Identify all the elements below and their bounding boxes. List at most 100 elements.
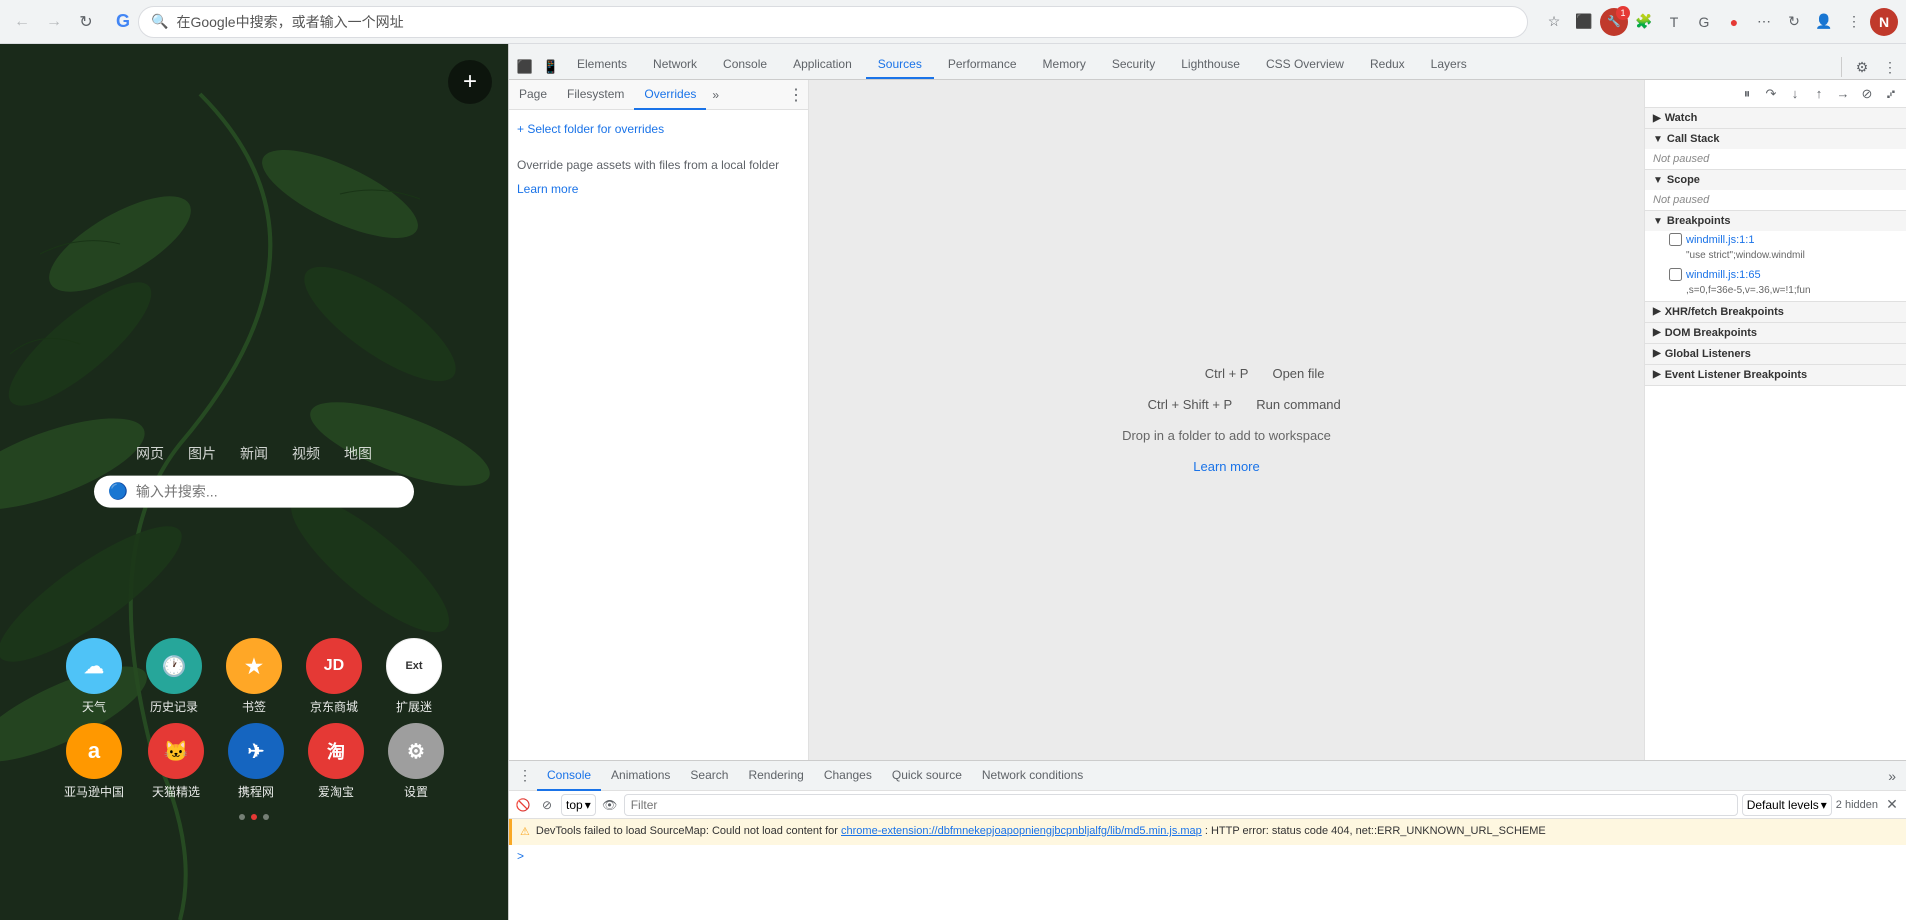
tab-security[interactable]: Security — [1100, 51, 1167, 79]
console-tab-changes[interactable]: Changes — [814, 761, 882, 791]
settings-gear-btn[interactable]: ⚙ — [1850, 55, 1874, 79]
subtab-overrides[interactable]: Overrides — [634, 80, 706, 110]
bookmark-button[interactable]: ☆ — [1540, 8, 1568, 36]
subtab-page[interactable]: Page — [509, 80, 557, 110]
breakpoint-2-checkbox[interactable] — [1669, 268, 1682, 281]
learn-more-main-link[interactable]: Learn more — [1193, 459, 1259, 474]
xhr-header[interactable]: ▶ XHR/fetch Breakpoints — [1645, 302, 1906, 322]
translate-button[interactable]: T — [1660, 8, 1688, 36]
app-ctrip[interactable]: ✈ 携程网 — [228, 723, 284, 800]
app-settings[interactable]: ⚙ 设置 — [388, 723, 444, 800]
close-console-btn[interactable]: ✕ — [1882, 795, 1902, 815]
dom-header[interactable]: ▶ DOM Breakpoints — [1645, 323, 1906, 343]
extension-button[interactable]: 🔧 1 — [1600, 8, 1628, 36]
app-taobao[interactable]: 淘 爱淘宝 — [308, 723, 364, 800]
account-button[interactable]: 👤 — [1810, 8, 1838, 36]
refresh-button[interactable]: ↻ — [72, 8, 100, 36]
console-input[interactable] — [528, 849, 1898, 863]
inspect-icon-btn[interactable]: ⬛ — [513, 55, 537, 79]
context-selector[interactable]: top ▾ — [561, 794, 596, 816]
cast-button[interactable]: ⬛ — [1570, 8, 1598, 36]
grammarly-button[interactable]: G — [1690, 8, 1718, 36]
nav-webpage[interactable]: 网页 — [136, 444, 164, 464]
tab-redux[interactable]: Redux — [1358, 51, 1417, 79]
pause-button[interactable]: ⏸ — [1736, 83, 1758, 105]
device-toggle-btn[interactable]: 📱 — [539, 55, 563, 79]
console-prompt[interactable]: > — [509, 845, 1906, 867]
console-tab-network-conditions[interactable]: Network conditions — [972, 761, 1093, 791]
tab-memory[interactable]: Memory — [1031, 51, 1098, 79]
learn-more-overrides-link[interactable]: Learn more — [517, 182, 800, 196]
step-into-button[interactable]: ↓ — [1784, 83, 1806, 105]
dont-pause-exceptions-btn[interactable]: ⑇ — [1880, 83, 1902, 105]
more-extensions[interactable]: ⋯ — [1750, 8, 1778, 36]
console-caret: > — [517, 849, 524, 863]
tab-network[interactable]: Network — [641, 51, 709, 79]
app-weather[interactable]: ☁ 天气 — [66, 638, 122, 715]
subtab-more[interactable]: » — [706, 84, 725, 106]
profile-button[interactable]: N — [1870, 8, 1898, 36]
call-stack-header[interactable]: ▼ Call Stack — [1645, 129, 1906, 149]
nav-videos[interactable]: 视频 — [292, 444, 320, 464]
app-bookmarks[interactable]: ★ 书签 — [226, 638, 282, 715]
more-vert[interactable]: ⋮ — [1840, 8, 1868, 36]
live-expression-btn[interactable]: 👁 — [600, 795, 620, 815]
console-tab-search[interactable]: Search — [680, 761, 738, 791]
tab-lighthouse[interactable]: Lighthouse — [1169, 51, 1252, 79]
step-button[interactable]: → — [1832, 83, 1854, 105]
sync-button[interactable]: ↻ — [1780, 8, 1808, 36]
console-tab-console[interactable]: Console — [537, 761, 601, 791]
new-tab-page: + 网页 图片 新闻 视频 地图 🔵 ☁ 天气 — [0, 44, 508, 920]
deactivate-breakpoints-btn[interactable]: ⊘ — [1856, 83, 1878, 105]
search-bar[interactable]: 🔵 — [94, 476, 414, 508]
breakpoints-header[interactable]: ▼ Breakpoints — [1645, 211, 1906, 231]
breakpoint-1-checkbox[interactable] — [1669, 233, 1682, 246]
clear-console-btn[interactable]: 🚫 — [513, 795, 533, 815]
event-listener-header[interactable]: ▶ Event Listener Breakpoints — [1645, 365, 1906, 385]
tab-sources[interactable]: Sources — [866, 51, 934, 79]
console-tab-animations[interactable]: Animations — [601, 761, 680, 791]
address-bar[interactable]: 🔍 在Google中搜索，或者输入一个网址 — [138, 6, 1528, 38]
red-circle-ext[interactable]: ● — [1720, 8, 1748, 36]
console-filter-input[interactable] — [624, 794, 1738, 816]
nav-maps[interactable]: 地图 — [344, 444, 372, 464]
app-amazon[interactable]: a 亚马逊中国 — [64, 723, 124, 800]
app-tmall[interactable]: 🐱 天猫精选 — [148, 723, 204, 800]
tab-layers[interactable]: Layers — [1419, 51, 1479, 79]
subtab-menu-btn[interactable]: ⋮ — [784, 85, 808, 105]
console-more-tabs[interactable]: » — [1882, 768, 1902, 784]
nav-images[interactable]: 图片 — [188, 444, 216, 464]
extensions-puzzle[interactable]: 🧩 — [1630, 8, 1658, 36]
subtab-filesystem[interactable]: Filesystem — [557, 80, 634, 110]
tab-console[interactable]: Console — [711, 51, 779, 79]
app-extfans[interactable]: Ext 扩展迷 — [386, 638, 442, 715]
shortcut-ctrl-shift-p: Ctrl + Shift + P — [1112, 397, 1232, 412]
global-listeners-header[interactable]: ▶ Global Listeners — [1645, 344, 1906, 364]
error-link[interactable]: chrome-extension://dbfmnekepjoapopniengj… — [841, 825, 1202, 837]
step-out-button[interactable]: ↑ — [1808, 83, 1830, 105]
console-tab-quick-source[interactable]: Quick source — [882, 761, 972, 791]
filter-toggle-btn[interactable]: ⊘ — [537, 795, 557, 815]
app-history[interactable]: 🕐 历史记录 — [146, 638, 202, 715]
nav-news[interactable]: 新闻 — [240, 444, 268, 464]
watch-header[interactable]: ▶ Watch — [1645, 108, 1906, 128]
breakpoint-1: windmill.js:1:1 "use strict";window.wind… — [1645, 231, 1906, 266]
tab-elements[interactable]: Elements — [565, 51, 639, 79]
tab-application[interactable]: Application — [781, 51, 864, 79]
back-button[interactable]: ← — [8, 8, 36, 36]
more-menu-btn[interactable]: ⋮ — [1878, 55, 1902, 79]
scope-label: Scope — [1667, 174, 1700, 186]
add-button[interactable]: + — [448, 60, 492, 104]
console-menu-btn[interactable]: ⋮ — [513, 764, 537, 788]
forward-button[interactable]: → — [40, 8, 68, 36]
event-listener-arrow: ▶ — [1653, 369, 1661, 380]
step-over-button[interactable]: ↷ — [1760, 83, 1782, 105]
log-levels-selector[interactable]: Default levels ▾ — [1742, 794, 1832, 816]
tab-performance[interactable]: Performance — [936, 51, 1029, 79]
tab-css-overview[interactable]: CSS Overview — [1254, 51, 1356, 79]
console-tab-rendering[interactable]: Rendering — [738, 761, 813, 791]
search-input[interactable] — [136, 484, 400, 500]
scope-header[interactable]: ▼ Scope — [1645, 170, 1906, 190]
select-folder-button[interactable]: + Select folder for overrides — [517, 118, 664, 140]
app-jd[interactable]: JD 京东商城 — [306, 638, 362, 715]
